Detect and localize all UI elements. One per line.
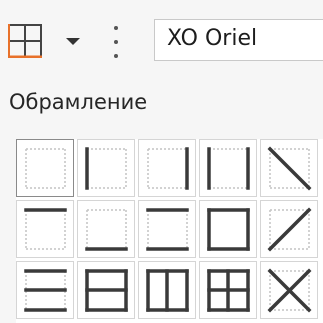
diagonal-up-border-icon bbox=[267, 207, 312, 252]
border-preset-bottom-border[interactable] bbox=[77, 200, 135, 258]
no-borders-icon bbox=[25, 148, 66, 189]
border-preset-outer-and-vertical-borders[interactable] bbox=[138, 261, 196, 319]
top-and-bottom-borders-icon bbox=[146, 208, 189, 251]
toolbar: XO Oriel bbox=[0, 0, 323, 72]
border-preset-horizontal-borders[interactable] bbox=[16, 261, 74, 319]
outer-and-vertical-borders-icon bbox=[146, 269, 189, 312]
font-name-value: XO Oriel bbox=[167, 26, 258, 51]
vertical-dots-icon[interactable] bbox=[114, 24, 118, 60]
border-preset-left-and-right-borders[interactable] bbox=[199, 139, 257, 197]
top-border-icon bbox=[24, 208, 67, 250]
font-name-combobox[interactable]: XO Oriel bbox=[154, 19, 323, 61]
chevron-down-icon[interactable] bbox=[66, 38, 80, 45]
crossed-diagonal-borders-icon bbox=[267, 268, 312, 313]
bottom-border-icon bbox=[85, 209, 128, 251]
border-preset-diagonal-up-border[interactable] bbox=[260, 200, 318, 258]
all-borders-icon bbox=[207, 269, 250, 312]
diagonal-down-border-icon bbox=[267, 146, 312, 191]
outer-and-horizontal-borders-icon bbox=[85, 269, 128, 312]
border-preset-top-and-bottom-borders[interactable] bbox=[138, 200, 196, 258]
border-preset-crossed-diagonal-borders[interactable] bbox=[260, 261, 318, 319]
border-preset-outer-border[interactable] bbox=[199, 200, 257, 258]
horizontal-borders-icon bbox=[24, 269, 67, 312]
left-border-icon bbox=[85, 147, 127, 190]
border-preset-diagonal-down-border[interactable] bbox=[260, 139, 318, 197]
border-preset-top-border[interactable] bbox=[16, 200, 74, 258]
border-preset-all-borders[interactable] bbox=[199, 261, 257, 319]
borders-icon bbox=[8, 24, 42, 59]
outer-border-icon bbox=[207, 208, 250, 251]
borders-button[interactable] bbox=[8, 24, 42, 59]
border-preset-no-borders[interactable] bbox=[16, 139, 74, 197]
border-preset-left-border[interactable] bbox=[77, 139, 135, 197]
border-preset-right-border[interactable] bbox=[138, 139, 196, 197]
panel-title: Обрамление bbox=[9, 90, 148, 114]
left-and-right-borders-icon bbox=[207, 147, 250, 190]
right-border-icon bbox=[147, 147, 189, 190]
border-presets-panel bbox=[16, 139, 323, 323]
border-preset-outer-and-horizontal-borders[interactable] bbox=[77, 261, 135, 319]
